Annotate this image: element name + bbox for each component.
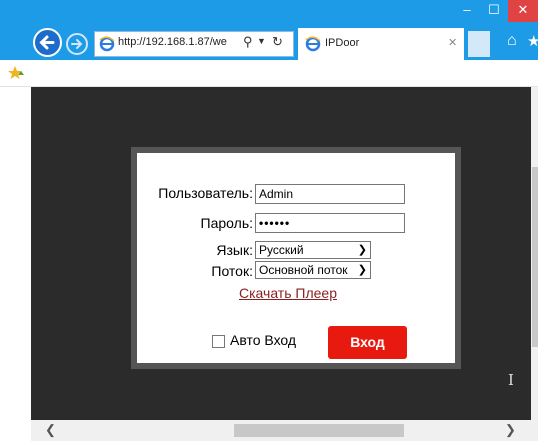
stream-label: Поток:	[211, 263, 253, 279]
auto-login-checkbox[interactable]	[212, 335, 225, 348]
forward-button[interactable]	[66, 33, 88, 55]
scroll-thumb[interactable]	[532, 167, 538, 347]
new-tab-button[interactable]	[468, 31, 490, 57]
horizontal-scrollbar[interactable]: ❮ ❯	[31, 420, 538, 441]
chevron-down-icon: ❯	[357, 244, 367, 256]
tab-ipdoor[interactable]: IPDoor ✕	[298, 28, 464, 60]
password-input[interactable]: ••••••	[255, 213, 405, 233]
text-cursor-icon: I	[508, 371, 514, 389]
download-player-link[interactable]: Скачать Плеер	[239, 285, 337, 301]
home-icon[interactable]: ⌂	[507, 32, 517, 50]
ie-tab-icon	[305, 36, 321, 52]
maximize-button[interactable]: ☐	[481, 0, 507, 22]
window-titlebar: ‒ ☐ ✕	[0, 0, 538, 28]
language-label: Язык:	[216, 242, 253, 258]
language-value: Русский	[259, 243, 304, 257]
favorites-bar	[0, 60, 538, 87]
search-icon[interactable]: ⚲	[243, 34, 253, 50]
username-label: Пользователь:	[158, 185, 253, 201]
password-label: Пароль:	[200, 215, 253, 231]
address-url: http://192.168.1.87/we	[118, 36, 227, 48]
chevron-down-icon: ❯	[355, 262, 367, 278]
tab-close-icon[interactable]: ✕	[448, 36, 457, 49]
scroll-right-icon[interactable]: ❯	[505, 422, 516, 438]
ie-logo-icon	[99, 36, 115, 52]
language-select[interactable]: Русский ❯	[255, 241, 371, 259]
dropdown-arrow-icon[interactable]: ▼	[257, 36, 266, 46]
stream-value: Основной поток	[259, 263, 348, 277]
back-arrow-icon	[39, 35, 55, 50]
navigation-bar: http://192.168.1.87/we ⚲ ▼ ↻ IPDoor ✕ ⌂ …	[0, 28, 538, 60]
login-form: Пользователь: Admin Пароль: •••••• Язык:…	[137, 153, 455, 363]
refresh-icon[interactable]: ↻	[272, 34, 283, 50]
favorites-star-icon[interactable]: ★	[527, 32, 538, 50]
scroll-left-icon[interactable]: ❮	[45, 422, 56, 438]
login-button[interactable]: Вход	[328, 326, 407, 359]
address-bar[interactable]: http://192.168.1.87/we ⚲ ▼ ↻	[94, 31, 294, 57]
username-input[interactable]: Admin	[255, 184, 405, 204]
login-panel: Пользователь: Admin Пароль: •••••• Язык:…	[131, 147, 461, 369]
close-button[interactable]: ✕	[508, 0, 538, 22]
vertical-scrollbar[interactable]	[531, 87, 538, 420]
auto-login-label: Авто Вход	[230, 332, 297, 348]
stream-select[interactable]: Основной поток ❯	[255, 261, 371, 279]
forward-arrow-icon	[71, 39, 83, 49]
minimize-button[interactable]: ‒	[454, 0, 480, 22]
add-favorite-icon[interactable]	[7, 65, 25, 81]
back-button[interactable]	[33, 28, 62, 57]
horizontal-scroll-thumb[interactable]	[234, 424, 404, 437]
tab-title: IPDoor	[325, 37, 360, 49]
